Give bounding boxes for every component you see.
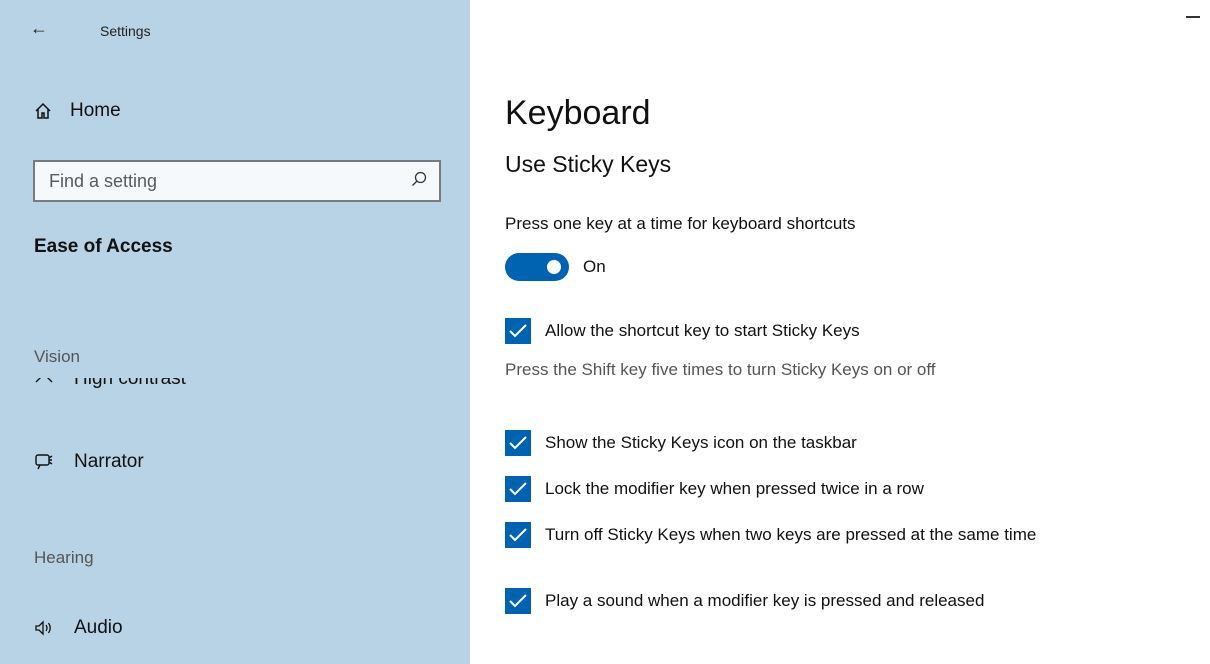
audio-icon xyxy=(34,618,54,638)
search-box[interactable] xyxy=(33,160,441,202)
checkmark-icon xyxy=(509,482,527,496)
checkbox-show-taskbar-icon[interactable]: Show the Sticky Keys icon on the taskbar xyxy=(505,430,1145,456)
sidebar-item-label: Narrator xyxy=(74,451,144,472)
checkbox-label: Play a sound when a modifier key is pres… xyxy=(545,591,985,610)
checkmark-icon xyxy=(509,324,527,338)
sidebar: ← Settings Home Ease of Access Vision Hi… xyxy=(0,0,470,664)
sidebar-item-label: High contrast xyxy=(74,378,186,389)
checkbox[interactable] xyxy=(505,522,531,548)
checkbox-label: Lock the modifier key when pressed twice… xyxy=(545,479,924,498)
home-icon xyxy=(34,102,52,120)
checkbox-lock-modifier[interactable]: Lock the modifier key when pressed twice… xyxy=(505,476,1145,502)
back-arrow-icon[interactable]: ← xyxy=(30,18,48,39)
checkbox-turn-off-two-keys[interactable]: Turn off Sticky Keys when two keys are p… xyxy=(505,522,1105,548)
nav-home[interactable]: Home xyxy=(34,100,121,122)
sidebar-item-audio[interactable]: Audio xyxy=(34,617,123,639)
checkbox-play-sound[interactable]: Play a sound when a modifier key is pres… xyxy=(505,588,1145,614)
sticky-keys-toggle[interactable] xyxy=(505,253,569,281)
toggle-description: Press one key at a time for keyboard sho… xyxy=(505,214,856,233)
sidebar-item-high-contrast[interactable]: High contrast xyxy=(34,378,334,404)
checkmark-icon xyxy=(509,436,527,450)
minimize-icon[interactable] xyxy=(1186,16,1200,18)
checkmark-icon xyxy=(509,594,527,608)
group-label-vision: Vision xyxy=(34,347,80,366)
toggle-knob xyxy=(547,260,561,274)
checkbox-label: Allow the shortcut key to start Sticky K… xyxy=(545,321,860,340)
checkbox[interactable] xyxy=(505,476,531,502)
sticky-keys-toggle-row: On xyxy=(505,253,606,281)
narrator-icon xyxy=(34,452,54,472)
toggle-state-label: On xyxy=(583,257,606,276)
sidebar-item-label: Audio xyxy=(74,617,123,638)
shortcut-hint: Press the Shift key five times to turn S… xyxy=(505,360,936,379)
search-icon[interactable] xyxy=(411,171,427,192)
section-subtitle: Use Sticky Keys xyxy=(505,151,672,177)
sidebar-item-narrator[interactable]: Narrator xyxy=(34,451,144,473)
checkbox[interactable] xyxy=(505,318,531,344)
checkbox-label: Turn off Sticky Keys when two keys are p… xyxy=(545,525,1037,544)
search-input[interactable] xyxy=(47,169,391,193)
checkmark-icon xyxy=(509,528,527,542)
checkbox[interactable] xyxy=(505,588,531,614)
section-heading: Ease of Access xyxy=(34,236,173,257)
window-title: Settings xyxy=(100,23,151,39)
group-label-hearing: Hearing xyxy=(34,548,94,567)
checkbox-allow-shortcut[interactable]: Allow the shortcut key to start Sticky K… xyxy=(505,318,1145,344)
checkbox-label: Show the Sticky Keys icon on the taskbar xyxy=(545,433,857,452)
checkbox[interactable] xyxy=(505,430,531,456)
page-title: Keyboard xyxy=(505,94,651,132)
nav-home-label: Home xyxy=(70,100,121,121)
high-contrast-icon xyxy=(34,378,54,392)
